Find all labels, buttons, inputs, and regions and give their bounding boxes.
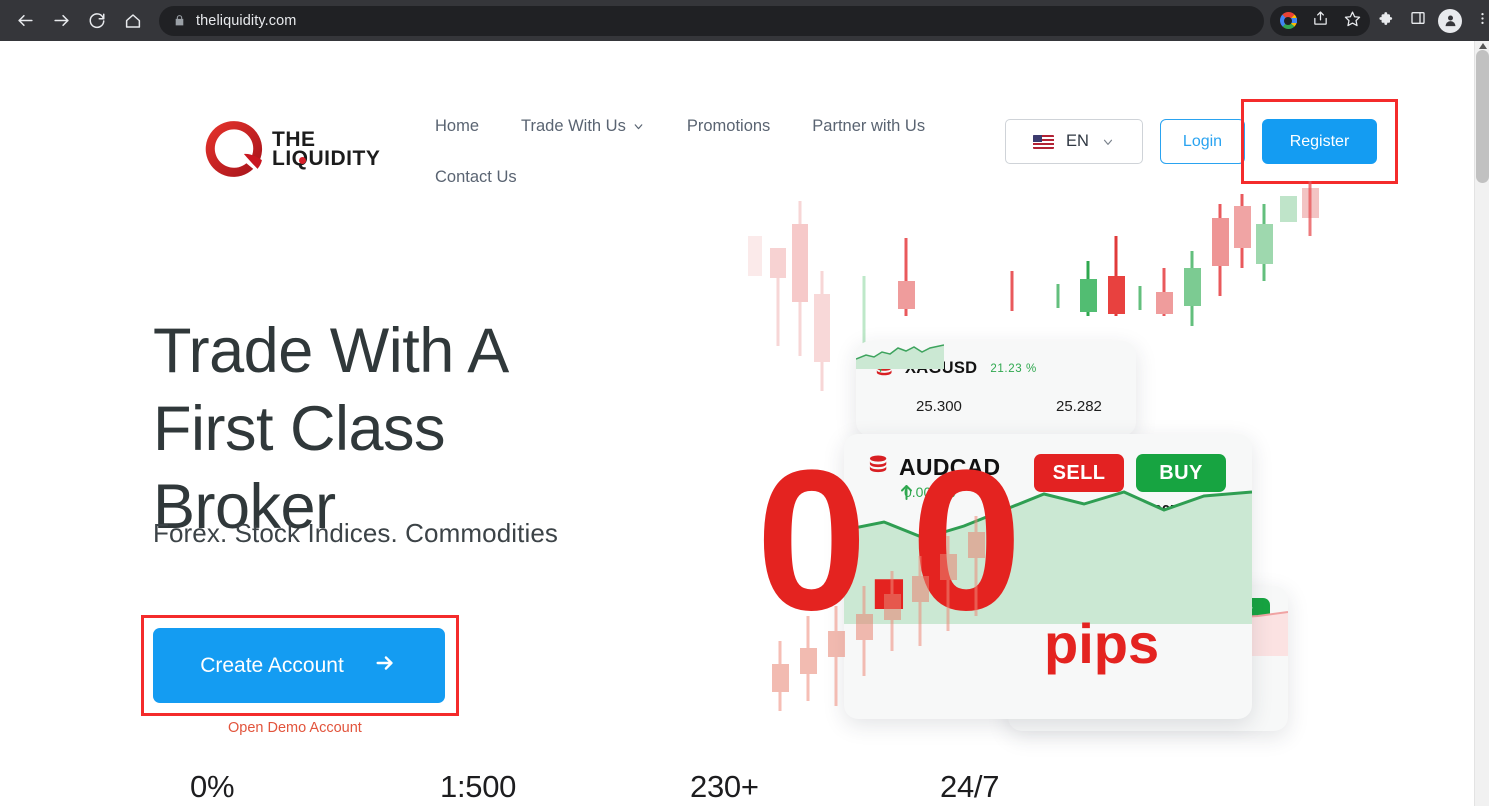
three-dot-menu-icon <box>1475 11 1489 31</box>
language-selector[interactable]: EN <box>1005 119 1143 164</box>
nav-item-home[interactable]: Home <box>425 111 489 142</box>
browser-action-icons <box>1268 5 1489 37</box>
arrow-right-icon <box>372 652 398 680</box>
forward-button[interactable] <box>44 4 78 38</box>
chevron-down-icon <box>1101 135 1115 149</box>
star-icon <box>1344 10 1361 32</box>
reload-button[interactable] <box>80 4 114 38</box>
nav-item-promotions[interactable]: Promotions <box>677 111 780 142</box>
nav-item-partner-with-us[interactable]: Partner with Us <box>802 111 935 142</box>
scrollbar-thumb[interactable] <box>1476 50 1489 183</box>
page-title: Trade With A First Class Broker <box>153 316 509 542</box>
back-arrow-icon <box>16 11 35 30</box>
back-button[interactable] <box>8 4 42 38</box>
nav-label: Contact Us <box>435 168 517 186</box>
google-button[interactable] <box>1272 5 1304 37</box>
nav-label: Home <box>435 117 480 135</box>
page-scrollbar[interactable] <box>1474 41 1489 806</box>
header-actions: EN Login Register <box>1005 99 1398 184</box>
logo-accent-dot-icon <box>299 157 306 164</box>
logo-line-liquidity: LIQUIDITY <box>272 147 381 170</box>
xagusd-quote-card: XAGUSD 21.23 % 25.300 25.282 <box>856 341 1136 436</box>
reload-icon <box>88 12 106 30</box>
stat-value: 1:500 <box>440 769 517 804</box>
browser-menu-button[interactable] <box>1466 5 1489 37</box>
address-bar[interactable]: theliquidity.com <box>159 5 1264 36</box>
cta-group: Create Account <box>141 615 459 716</box>
forward-arrow-icon <box>52 11 71 30</box>
xagusd-sparkline <box>856 344 944 369</box>
hero-subtitle: Forex. Stock Indices. Commodities <box>153 518 558 548</box>
logo-wordmark: THE LIQUIDITY <box>272 129 381 170</box>
stat-value: 0% <box>190 769 235 804</box>
nav-item-contact-us[interactable]: Contact Us <box>425 162 527 193</box>
bookmark-button[interactable] <box>1336 5 1368 37</box>
nav-label: Trade With Us <box>521 117 626 135</box>
puzzle-icon <box>1378 10 1395 32</box>
xagusd-price-right: 25.282 <box>1056 398 1102 415</box>
home-icon <box>124 12 142 30</box>
create-account-label: Create Account <box>200 653 344 677</box>
us-flag-icon <box>1033 134 1055 149</box>
scrollbar-up-arrow[interactable] <box>1475 41 1489 50</box>
extensions-button[interactable] <box>1370 5 1402 37</box>
site-logo[interactable]: THE LIQUIDITY <box>203 118 380 180</box>
share-icon <box>1312 10 1329 32</box>
browser-toolbar: theliquidity.com <box>0 0 1489 41</box>
liquidity-logo-mark-icon <box>203 118 265 180</box>
foreground-candlesticks <box>772 516 985 711</box>
xagusd-change: 21.23 % <box>876 359 1037 375</box>
browser-nav-buttons <box>0 4 150 38</box>
nav-label: Partner with Us <box>812 117 926 135</box>
chevron-down-icon <box>632 120 645 133</box>
language-label: EN <box>1066 132 1089 150</box>
create-account-button[interactable]: Create Account <box>153 628 445 703</box>
lock-icon <box>173 14 186 27</box>
xagusd-change-value: 21.23 % <box>990 362 1037 375</box>
register-button-group: Register <box>1241 99 1398 184</box>
profile-avatar-icon <box>1438 8 1462 33</box>
stat-item: 1:500 Maximum Leverage <box>440 768 690 806</box>
google-icon <box>1279 12 1297 29</box>
nav-item-trade-with-us[interactable]: Trade With Us <box>511 111 655 142</box>
profile-button[interactable] <box>1434 5 1466 37</box>
open-demo-account-link[interactable]: Open Demo Account <box>228 720 362 736</box>
google-lens-pill[interactable] <box>1270 5 1370 37</box>
side-panel-button[interactable] <box>1402 5 1434 37</box>
register-button[interactable]: Register <box>1262 119 1377 164</box>
hero-illustration: XAGUSD 21.23 % 25.300 25.282 SELL BUY 1.… <box>740 176 1320 736</box>
site-header: THE LIQUIDITY Home Trade With Us Promoti… <box>0 41 1474 186</box>
login-button[interactable]: Login <box>1160 119 1245 164</box>
page-content: THE LIQUIDITY Home Trade With Us Promoti… <box>0 41 1474 806</box>
xagusd-price-left: 25.300 <box>916 398 962 415</box>
home-button[interactable] <box>116 4 150 38</box>
share-button[interactable] <box>1304 5 1336 37</box>
nav-label: Promotions <box>686 117 771 135</box>
stat-item: 0% Funding Fee <box>190 768 440 806</box>
side-panel-icon <box>1410 10 1426 31</box>
address-bar-url: theliquidity.com <box>196 12 297 29</box>
